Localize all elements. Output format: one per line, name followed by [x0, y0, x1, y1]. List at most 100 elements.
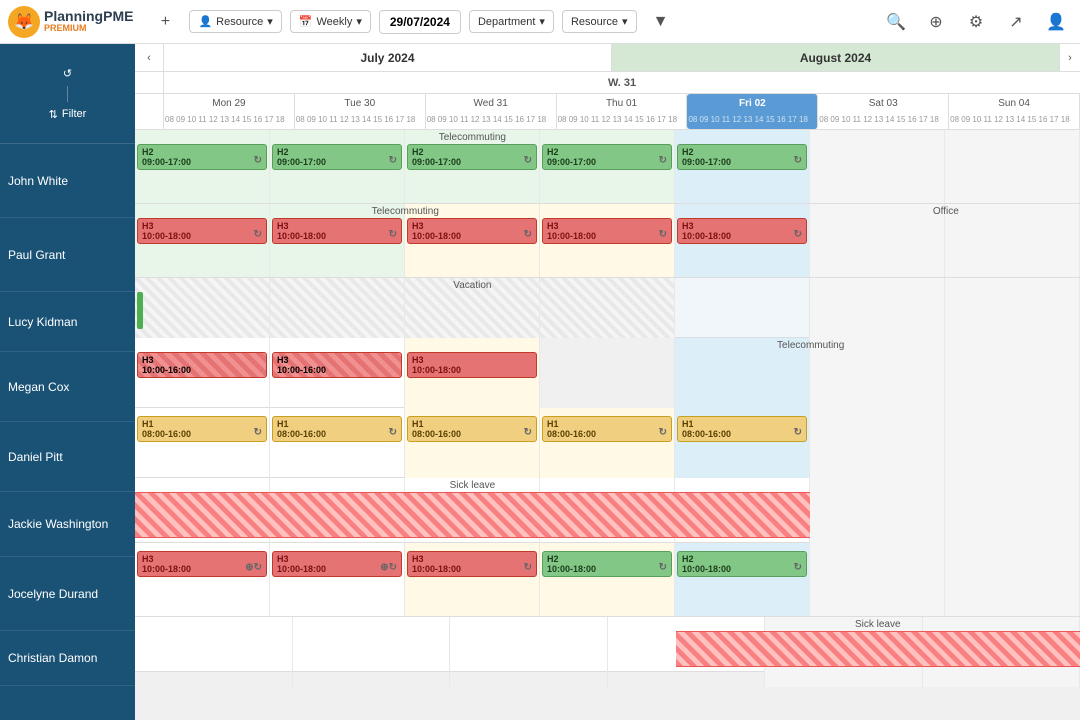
- christian-wed31-cell[interactable]: [450, 617, 608, 687]
- jocelyne-fri02-cell[interactable]: H2 10:00-18:00 ↻: [675, 543, 810, 616]
- jocelyne-tue30-event[interactable]: H3 10:00-18:00 ⊕↻: [272, 551, 402, 577]
- daniel-wed31-event[interactable]: H1 08:00-16:00 ↻: [407, 416, 537, 442]
- daniel-tue30-event[interactable]: H1 08:00-16:00 ↻: [272, 416, 402, 442]
- paul-office-banner: Office: [676, 206, 1080, 217]
- sidebar-item-lucy-kidman[interactable]: Lucy Kidman: [0, 292, 135, 352]
- filter-button[interactable]: ⇅ Filter: [49, 108, 87, 121]
- weekly-chevron: ▾: [356, 15, 362, 28]
- resource-dropdown[interactable]: 👤 Resource ▾: [189, 10, 281, 33]
- jackie-sun04-cell[interactable]: [945, 478, 1080, 548]
- resource2-dropdown[interactable]: Resource ▾: [562, 10, 637, 33]
- christian-mon29-cell[interactable]: [135, 617, 293, 687]
- resource-chevron: ▾: [267, 15, 273, 28]
- daniel-fri02-event[interactable]: H1 08:00-16:00 ↻: [677, 416, 807, 442]
- christian-sick-banner: Sick leave: [676, 619, 1080, 630]
- megan-wed31-event[interactable]: H3 10:00-18:00: [407, 352, 537, 378]
- week-label: W. 31: [164, 72, 1080, 93]
- megan-thu01-cell[interactable]: [540, 338, 675, 408]
- day-name-tue30: Tue 30: [295, 94, 425, 110]
- week-row: W. 31: [135, 72, 1080, 94]
- department-chevron: ▾: [539, 15, 545, 28]
- layers-icon[interactable]: ⊕: [920, 6, 952, 38]
- john-tue30-event[interactable]: H2 09:00-17:00 ↻: [272, 144, 402, 170]
- megan-tue30-cell[interactable]: H3 10:00-16:00: [270, 338, 405, 408]
- settings-icon[interactable]: ⚙: [960, 6, 992, 38]
- megan-mon29-event[interactable]: H3 10:00-16:00: [137, 352, 267, 378]
- next-month-button[interactable]: ›: [1060, 44, 1080, 71]
- jocelyne-thu01-cell[interactable]: H2 10:00-18:00 ↻: [540, 543, 675, 616]
- paul-fri02-event[interactable]: H3 10:00-18:00 ↻: [677, 218, 807, 244]
- megan-mon29-cell[interactable]: H3 10:00-16:00: [135, 338, 270, 408]
- megan-wed31-cell[interactable]: H3 10:00-18:00: [405, 338, 540, 408]
- share-icon[interactable]: ↗: [1000, 6, 1032, 38]
- sidebar-item-john-white[interactable]: John White: [0, 144, 135, 218]
- filter-icon[interactable]: ▼: [645, 6, 677, 38]
- date-navigator[interactable]: 29/07/2024: [379, 10, 461, 34]
- day-name-sun04: Sun 04: [949, 94, 1079, 110]
- sidebar: ↺ ⇅ Filter John White Paul Grant Lucy Ki…: [0, 44, 135, 720]
- paul-mon29-event[interactable]: H3 10:00-18:00 ↻: [137, 218, 267, 244]
- john-sun04-cell[interactable]: [945, 130, 1080, 203]
- christian-damon-label: Christian Damon: [8, 651, 97, 665]
- john-wed31-event[interactable]: H2 09:00-17:00 ↻: [407, 144, 537, 170]
- jocelyne-sat03-cell[interactable]: [810, 543, 945, 616]
- prev-month-button[interactable]: ‹: [135, 44, 164, 71]
- christian-tue30-cell[interactable]: [293, 617, 451, 687]
- daniel-thu01-event[interactable]: H1 08:00-16:00 ↻: [542, 416, 672, 442]
- sidebar-item-jackie-washington[interactable]: Jackie Washington: [0, 492, 135, 557]
- john-telecommuting-banner: Telecommuting: [135, 132, 810, 143]
- jocelyne-thu01-event[interactable]: H2 10:00-18:00 ↻: [542, 551, 672, 577]
- schedule-scroll-area[interactable]: Telecommuting H2 09:00-17:00 ↻ H2 0: [135, 130, 1080, 720]
- sidebar-item-jocelyne-durand[interactable]: Jocelyne Durand: [0, 557, 135, 631]
- lucy-green-marker: [137, 292, 143, 329]
- day-name-thu01: Thu 01: [557, 94, 687, 110]
- weekly-label: Weekly: [316, 16, 352, 28]
- megan-telecommuting-banner: Telecommuting: [676, 340, 946, 351]
- add-button[interactable]: +: [149, 6, 181, 38]
- refresh-button[interactable]: ↺: [63, 67, 72, 80]
- megan-tue30-event[interactable]: H3 10:00-16:00: [272, 352, 402, 378]
- filter-label: Filter: [62, 108, 86, 120]
- sidebar-item-christian-damon[interactable]: Christian Damon: [0, 631, 135, 686]
- jocelyne-wed31-cell[interactable]: H3 10:00-18:00 ↻: [405, 543, 540, 616]
- row-jocelyne-durand: H3 10:00-18:00 ⊕↻ H3 10:00-18:00 ⊕↻: [135, 543, 1080, 617]
- date-display: 29/07/2024: [390, 15, 450, 29]
- toolbar: 🦊 PlanningPME PREMIUM + 👤 Resource ▾ 📅 W…: [0, 0, 1080, 44]
- user-icon[interactable]: 👤: [1040, 6, 1072, 38]
- john-fri02-event[interactable]: H2 09:00-17:00 ↻: [677, 144, 807, 170]
- daniel-sun04-cell[interactable]: [945, 408, 1080, 478]
- jocelyne-mon29-event[interactable]: H3 10:00-18:00 ⊕↻: [137, 551, 267, 577]
- daniel-fri02-cell[interactable]: H1 08:00-16:00 ↻: [675, 408, 810, 478]
- jocelyne-fri02-event[interactable]: H2 10:00-18:00 ↻: [677, 551, 807, 577]
- jocelyne-tue30-cell[interactable]: H3 10:00-18:00 ⊕↻: [270, 543, 405, 616]
- daniel-mon29-cell[interactable]: H1 08:00-16:00 ↻: [135, 408, 270, 478]
- john-mon29-event[interactable]: H2 09:00-17:00 ↻: [137, 144, 267, 170]
- daniel-pitt-label: Daniel Pitt: [8, 450, 63, 464]
- day-header-thu01: Thu 01 08 09 10 11 12 13 14 15 16 17 18: [557, 94, 688, 129]
- paul-wed31-event[interactable]: H3 10:00-18:00 ↻: [407, 218, 537, 244]
- jocelyne-wed31-event[interactable]: H3 10:00-18:00 ↻: [407, 551, 537, 577]
- john-sat03-cell[interactable]: [810, 130, 945, 203]
- paul-tue30-event[interactable]: H3 10:00-18:00 ↻: [272, 218, 402, 244]
- jocelyne-mon29-cell[interactable]: H3 10:00-18:00 ⊕↻: [135, 543, 270, 616]
- megan-sun04-cell[interactable]: [945, 338, 1080, 408]
- sidebar-item-megan-cox[interactable]: Megan Cox: [0, 352, 135, 422]
- sidebar-item-paul-grant[interactable]: Paul Grant: [0, 218, 135, 292]
- row-john-white: Telecommuting H2 09:00-17:00 ↻ H2 0: [135, 130, 1080, 204]
- department-dropdown[interactable]: Department ▾: [469, 10, 554, 33]
- john-thu01-event[interactable]: H2 09:00-17:00 ↻: [542, 144, 672, 170]
- day-header-fri02: Fri 02 08 09 10 11 12 13 14 15 16 17 18: [687, 94, 818, 129]
- daniel-wed31-cell[interactable]: H1 08:00-16:00 ↻: [405, 408, 540, 478]
- search-icon[interactable]: 🔍: [880, 6, 912, 38]
- sidebar-item-daniel-pitt[interactable]: Daniel Pitt: [0, 422, 135, 492]
- daniel-mon29-event[interactable]: H1 08:00-16:00 ↻: [137, 416, 267, 442]
- day-header-spacer: [135, 94, 164, 129]
- daniel-thu01-cell[interactable]: H1 08:00-16:00 ↻: [540, 408, 675, 478]
- daniel-tue30-cell[interactable]: H1 08:00-16:00 ↻: [270, 408, 405, 478]
- daniel-sat03-cell[interactable]: [810, 408, 945, 478]
- jackie-sat03-cell[interactable]: [810, 478, 945, 548]
- jocelyne-sun04-cell[interactable]: [945, 543, 1080, 616]
- day-name-sat03: Sat 03: [818, 94, 948, 110]
- weekly-dropdown[interactable]: 📅 Weekly ▾: [290, 10, 371, 33]
- paul-thu01-event[interactable]: H3 10:00-18:00 ↻: [542, 218, 672, 244]
